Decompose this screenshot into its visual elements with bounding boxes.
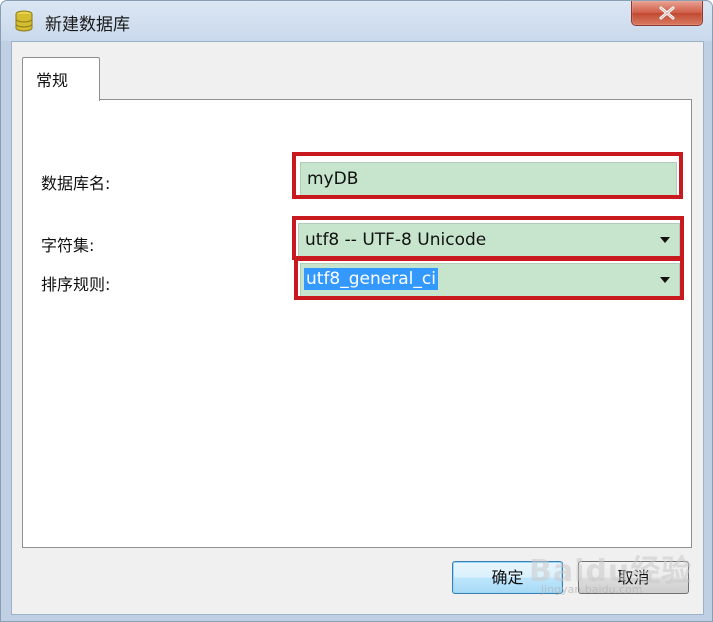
db-name-input[interactable]: myDB [300, 162, 677, 196]
collation-value: utf8_general_ci [304, 268, 438, 290]
title-bar[interactable]: 新建数据库 [1, 1, 712, 41]
window-title: 新建数据库 [45, 15, 130, 35]
tab-general[interactable]: 常规 [22, 57, 100, 101]
dialog-body: 常规 数据库名: myDB 字符集: utf8 -- UTF-8 Unicode… [11, 41, 704, 615]
db-name-value: myDB [307, 169, 359, 189]
collation-label: 排序规则: [41, 275, 111, 294]
chevron-down-icon [660, 237, 670, 243]
database-icon [15, 10, 33, 32]
charset-dropdown-button[interactable] [651, 224, 679, 256]
charset-select[interactable]: utf8 -- UTF-8 Unicode [298, 223, 680, 257]
chevron-down-icon [660, 277, 670, 283]
collation-select[interactable]: utf8_general_ci [300, 263, 680, 297]
tab-general-label: 常规 [36, 71, 69, 90]
tab-panel-general: 数据库名: myDB 字符集: utf8 -- UTF-8 Unicode 排序… [22, 99, 692, 548]
collation-dropdown-button[interactable] [651, 264, 679, 296]
charset-value: utf8 -- UTF-8 Unicode [305, 230, 487, 250]
watermark-url: jingyan.baidu.com [541, 583, 643, 596]
charset-label: 字符集: [41, 236, 95, 255]
db-name-label: 数据库名: [41, 174, 111, 193]
close-icon [659, 6, 675, 20]
close-button[interactable] [631, 1, 703, 26]
new-database-dialog: 新建数据库 常规 数据库名: myDB 字符集: utf8 -- UTF-8 U… [0, 0, 713, 622]
